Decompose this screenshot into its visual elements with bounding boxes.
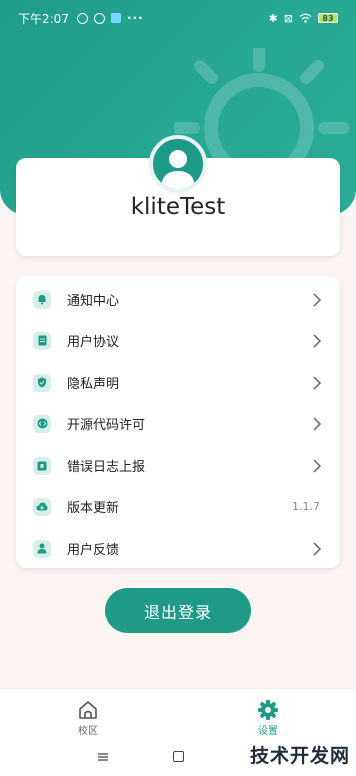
- chevron-right-icon: [313, 416, 322, 431]
- battery-indicator: 83: [318, 13, 338, 23]
- version-number: 1.1.7: [292, 500, 320, 513]
- menu-item-label: 通知中心: [67, 294, 120, 309]
- menu-item-label: 错误日志上报: [67, 460, 146, 475]
- menu-item-user-agreement[interactable]: 用户协议: [16, 320, 340, 361]
- watermark: 技术开发网: [249, 745, 350, 767]
- code-icon: [33, 414, 51, 433]
- menu-item-open-source-license[interactable]: 开源代码许可: [16, 403, 340, 444]
- tab-settings[interactable]: 设置: [228, 689, 308, 741]
- menu-item-label: 开源代码许可: [67, 418, 146, 433]
- status-time: 下午2:07: [18, 11, 69, 26]
- chevron-right-icon: [313, 458, 322, 473]
- menu-item-user-feedback[interactable]: 用户反馈: [16, 528, 340, 569]
- menu-item-notification-center[interactable]: 通知中心: [16, 279, 340, 320]
- tab-label: 设置: [258, 726, 278, 737]
- menu-item-label: 隐私声明: [67, 377, 120, 392]
- avatar[interactable]: [149, 135, 207, 193]
- menu-item-label: 版本更新: [67, 501, 120, 516]
- chevron-right-icon: [313, 375, 322, 390]
- menu-item-label: 用户协议: [67, 335, 120, 350]
- bluetooth-icon: ✱: [268, 11, 278, 25]
- gear-icon: [258, 700, 278, 720]
- sim-icon: ⊠: [283, 11, 293, 25]
- home-icon: [79, 701, 97, 719]
- more-notifications-icon: ···: [126, 11, 144, 25]
- shield-check-icon: [33, 373, 51, 392]
- document-icon: [33, 331, 51, 350]
- user-avatar-icon: [161, 150, 195, 189]
- bell-icon: [33, 290, 51, 309]
- menu-item-privacy-statement[interactable]: 隐私声明: [16, 362, 340, 403]
- notification-icon: [76, 12, 88, 24]
- settings-menu: 通知中心 用户协议 隐私声明 开源代码许可 错误日志上报 版本更新 1.1.7 …: [16, 276, 340, 568]
- tab-label: 校区: [78, 726, 98, 737]
- chevron-right-icon: [313, 292, 322, 307]
- home-button-icon[interactable]: [173, 751, 184, 762]
- log-icon: [33, 456, 51, 475]
- chevron-right-icon: [313, 541, 322, 556]
- bottom-tab-bar: 校区 设置: [0, 688, 356, 740]
- logout-button[interactable]: 退出登录: [105, 588, 251, 633]
- wifi-icon: [299, 13, 312, 23]
- tab-campus[interactable]: 校区: [48, 689, 128, 741]
- menu-icon[interactable]: [98, 752, 108, 762]
- notification-icon: [93, 12, 105, 24]
- user-feedback-icon: [33, 539, 51, 558]
- status-bar: 下午2:07 ··· ✱ ⊠ 83: [0, 0, 356, 36]
- chevron-right-icon: [313, 333, 322, 348]
- cloud-download-icon: [33, 497, 51, 516]
- menu-item-version-update[interactable]: 版本更新 1.1.7: [16, 486, 340, 527]
- menu-item-label: 用户反馈: [67, 543, 120, 558]
- app-notification-icon: [110, 13, 121, 23]
- username: kliteTest: [130, 194, 226, 220]
- menu-item-error-log-report[interactable]: 错误日志上报: [16, 445, 340, 486]
